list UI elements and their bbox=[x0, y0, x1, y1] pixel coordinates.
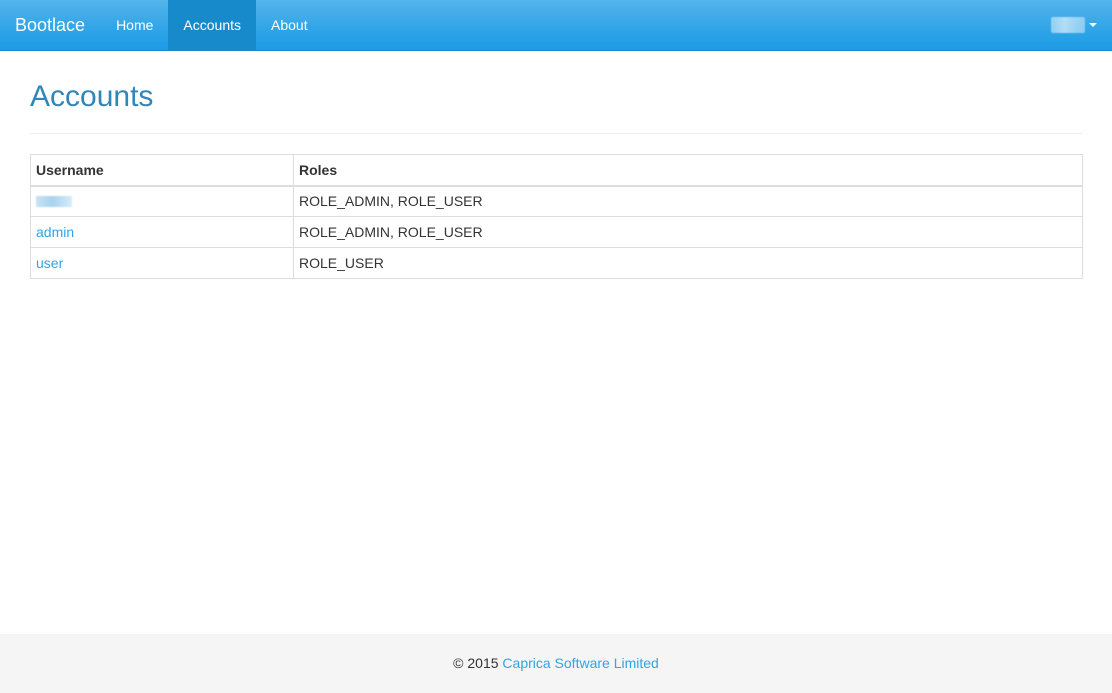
page-header: Accounts bbox=[30, 51, 1083, 134]
copyright-text: © 2015 bbox=[453, 655, 499, 671]
accounts-table: Username Roles ROLE_ADMIN, ROLE_USER adm… bbox=[30, 154, 1083, 279]
user-menu-toggle[interactable] bbox=[1051, 0, 1097, 50]
table-row: ROLE_ADMIN, ROLE_USER bbox=[30, 185, 1083, 217]
column-header-roles: Roles bbox=[293, 154, 1083, 187]
column-header-username: Username bbox=[30, 154, 294, 187]
table-header-row: Username Roles bbox=[30, 154, 1083, 187]
redacted-username bbox=[1051, 17, 1085, 33]
brand-link[interactable]: Bootlace bbox=[0, 0, 100, 50]
company-link[interactable]: Caprica Software Limited bbox=[502, 655, 658, 671]
username-link[interactable]: user bbox=[36, 255, 63, 271]
top-navbar: Bootlace Home Accounts About bbox=[0, 0, 1112, 51]
username-cell: user bbox=[30, 247, 294, 279]
username-cell: admin bbox=[30, 216, 294, 248]
username-link[interactable] bbox=[36, 194, 72, 210]
nav-item-about[interactable]: About bbox=[256, 0, 323, 50]
table-row: admin ROLE_ADMIN, ROLE_USER bbox=[30, 216, 1083, 248]
username-cell bbox=[30, 185, 294, 217]
main-content: Accounts Username Roles ROLE_ADMIN, ROLE… bbox=[30, 51, 1083, 279]
caret-down-icon bbox=[1089, 23, 1097, 27]
username-link[interactable]: admin bbox=[36, 224, 74, 240]
roles-cell: ROLE_USER bbox=[293, 247, 1083, 279]
page-title: Accounts bbox=[30, 80, 154, 113]
roles-cell: ROLE_ADMIN, ROLE_USER bbox=[293, 185, 1083, 217]
roles-cell: ROLE_ADMIN, ROLE_USER bbox=[293, 216, 1083, 248]
page-footer: © 2015 Caprica Software Limited bbox=[0, 634, 1112, 693]
nav-item-accounts[interactable]: Accounts bbox=[168, 0, 257, 50]
nav-item-home[interactable]: Home bbox=[101, 0, 168, 50]
table-row: user ROLE_USER bbox=[30, 247, 1083, 279]
redacted-username bbox=[36, 196, 72, 208]
